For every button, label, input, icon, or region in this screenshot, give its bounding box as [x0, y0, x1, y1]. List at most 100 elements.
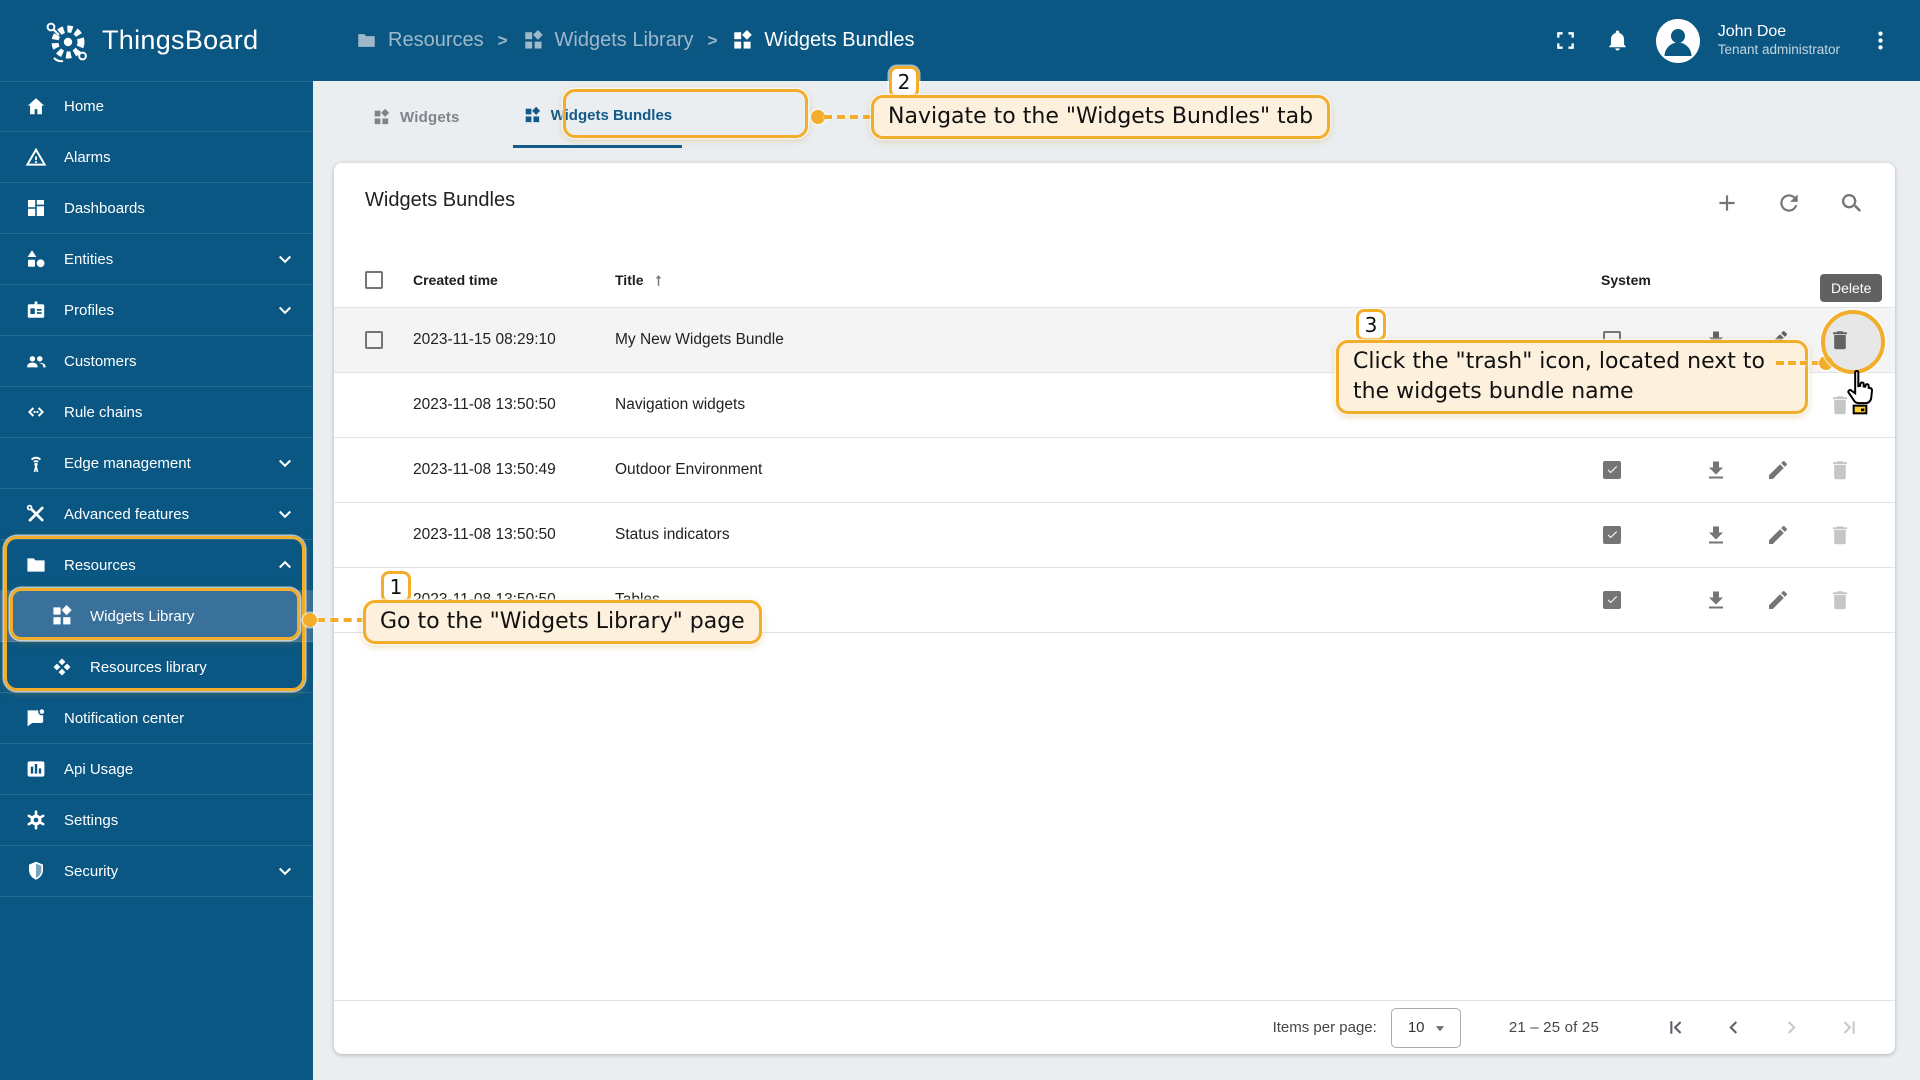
- sidebar-item-profiles[interactable]: Profiles: [0, 285, 313, 336]
- table-header-row: Created time Title System: [334, 253, 1895, 308]
- breadcrumb-item-widgets-bundles[interactable]: Widgets Bundles: [731, 29, 915, 52]
- row-title: Outdoor Environment: [615, 461, 763, 478]
- annotation-step-badge-3: 3: [1356, 309, 1386, 341]
- page-first-icon: [1663, 1015, 1688, 1040]
- annotation-step-text-1: Go to the "Widgets Library" page: [363, 600, 762, 644]
- logo[interactable]: ThingsBoard: [0, 0, 313, 81]
- annotation-circle-trash: [1821, 310, 1885, 374]
- sidebar-menu: Home Alarms Dashboards Entities Profiles Cust…: [0, 81, 313, 897]
- top-bar: Resources > Widgets Library > Widgets Bundle…: [313, 0, 1920, 81]
- annotation-connector-1: [317, 618, 365, 622]
- sidebar-item-notification-center[interactable]: Notification center: [0, 693, 313, 744]
- notifications-button[interactable]: [1596, 19, 1640, 63]
- delete-bundle-button: [1818, 578, 1862, 622]
- annotation-step-badge-1: 1: [381, 571, 411, 603]
- breadcrumb-label: Resources: [388, 29, 484, 51]
- export-bundle-button[interactable]: [1694, 513, 1738, 557]
- row-action-cell: [1685, 513, 1747, 557]
- breadcrumb-item-widgets-library[interactable]: Widgets Library: [522, 29, 693, 52]
- sidebar-item-settings[interactable]: Settings: [0, 795, 313, 846]
- check-icon: [1605, 528, 1619, 542]
- main-content: Widgets Widgets Bundles Widgets Bundles C…: [313, 81, 1920, 1080]
- chevron-down-icon: [273, 298, 297, 322]
- column-header-title[interactable]: Title: [602, 272, 1595, 289]
- sidebar-item-entities[interactable]: Entities: [0, 234, 313, 285]
- row-action-cell: [1747, 448, 1809, 492]
- tab-label: Widgets: [400, 108, 460, 126]
- delete-bundle-button: [1818, 513, 1862, 557]
- add-icon: [1714, 190, 1740, 216]
- sidebar-item-security[interactable]: Security: [0, 846, 313, 897]
- add-button[interactable]: [1705, 181, 1749, 225]
- check-icon: [1605, 463, 1619, 477]
- avatar[interactable]: [1655, 18, 1700, 63]
- sidebar-item-rule-chains[interactable]: Rule chains: [0, 387, 313, 438]
- edit-bundle-button[interactable]: [1756, 578, 1800, 622]
- row-created-time: 2023-11-08 13:50:49: [413, 461, 556, 478]
- system-checkbox: [1603, 526, 1621, 544]
- row-created-time: 2023-11-08 13:50:50: [413, 396, 556, 413]
- row-system-cell: [1595, 526, 1685, 544]
- first-page-button[interactable]: [1653, 1006, 1697, 1050]
- column-header-system: System: [1601, 272, 1651, 288]
- annotation-connector-3: [1776, 361, 1820, 365]
- caret-down-icon: [1430, 1018, 1450, 1038]
- user-info: John Doe Tenant administrator: [1718, 22, 1840, 59]
- column-header-created-time[interactable]: Created time: [402, 272, 602, 288]
- rule-chains-icon: [24, 400, 48, 424]
- select-all-checkbox[interactable]: [365, 271, 383, 289]
- row-checkbox[interactable]: [365, 331, 383, 349]
- edit-pencil-icon: [1766, 458, 1790, 482]
- sidebar-item-alarms[interactable]: Alarms: [0, 132, 313, 183]
- thingsboard-logo-icon: [44, 18, 90, 64]
- sidebar-item-home[interactable]: Home: [0, 81, 313, 132]
- annotation-step-text-3: Click the "trash" icon, located next to …: [1336, 340, 1808, 414]
- items-per-page-select[interactable]: 10: [1390, 1007, 1461, 1048]
- folder-icon: [355, 29, 378, 52]
- previous-page-button[interactable]: [1711, 1006, 1755, 1050]
- table-row[interactable]: 2023-11-08 13:50:49 Outdoor Environment: [334, 438, 1895, 503]
- check-icon: [1605, 593, 1619, 607]
- security-icon: [24, 859, 48, 883]
- tab-widgets[interactable]: Widgets: [362, 86, 470, 148]
- breadcrumb-item-resources[interactable]: Resources: [355, 29, 484, 52]
- chevron-down-icon: [273, 451, 297, 475]
- sidebar-item-dashboards[interactable]: Dashboards: [0, 183, 313, 234]
- row-action-cell: [1685, 578, 1747, 622]
- profiles-icon: [24, 298, 48, 322]
- sidebar-item-label: Security: [64, 862, 119, 880]
- search-icon: [1838, 190, 1864, 216]
- refresh-button[interactable]: [1767, 181, 1811, 225]
- annotation-connector-dot-2: [811, 110, 825, 124]
- breadcrumb-separator: >: [497, 30, 508, 50]
- more-menu-button[interactable]: [1858, 19, 1902, 63]
- page-next-icon: [1779, 1015, 1804, 1040]
- edit-bundle-button[interactable]: [1756, 448, 1800, 492]
- settings-icon: [24, 808, 48, 832]
- row-action-cell: [1747, 578, 1809, 622]
- row-action-cell: [1747, 513, 1809, 557]
- sidebar-item-advanced-features[interactable]: Advanced features: [0, 489, 313, 540]
- annotation-step-text-2: Navigate to the "Widgets Bundles" tab: [871, 95, 1331, 139]
- sidebar-item-api-usage[interactable]: Api Usage: [0, 744, 313, 795]
- table-row[interactable]: 2023-11-08 13:50:50 Status indicators: [334, 503, 1895, 568]
- edit-bundle-button[interactable]: [1756, 513, 1800, 557]
- cursor-pointer-icon: [1840, 368, 1880, 423]
- breadcrumb: Resources > Widgets Library > Widgets Bundle…: [313, 29, 915, 52]
- row-action-cell: [1809, 448, 1871, 492]
- sidebar-item-label: Rule chains: [64, 403, 143, 421]
- user-role: Tenant administrator: [1717, 42, 1840, 58]
- edit-pencil-icon: [1766, 523, 1790, 547]
- refresh-icon: [1776, 190, 1802, 216]
- edit-pencil-icon: [1766, 588, 1790, 612]
- fullscreen-button[interactable]: [1544, 19, 1588, 63]
- export-bundle-button[interactable]: [1694, 448, 1738, 492]
- search-button[interactable]: [1829, 181, 1873, 225]
- sidebar-item-customers[interactable]: Customers: [0, 336, 313, 387]
- row-system-cell: [1595, 461, 1685, 479]
- row-select-cell: [358, 331, 402, 349]
- edge-management-icon: [24, 451, 48, 475]
- sidebar-item-edge-management[interactable]: Edge management: [0, 438, 313, 489]
- export-bundle-button[interactable]: [1694, 578, 1738, 622]
- row-system-cell: [1595, 591, 1685, 609]
